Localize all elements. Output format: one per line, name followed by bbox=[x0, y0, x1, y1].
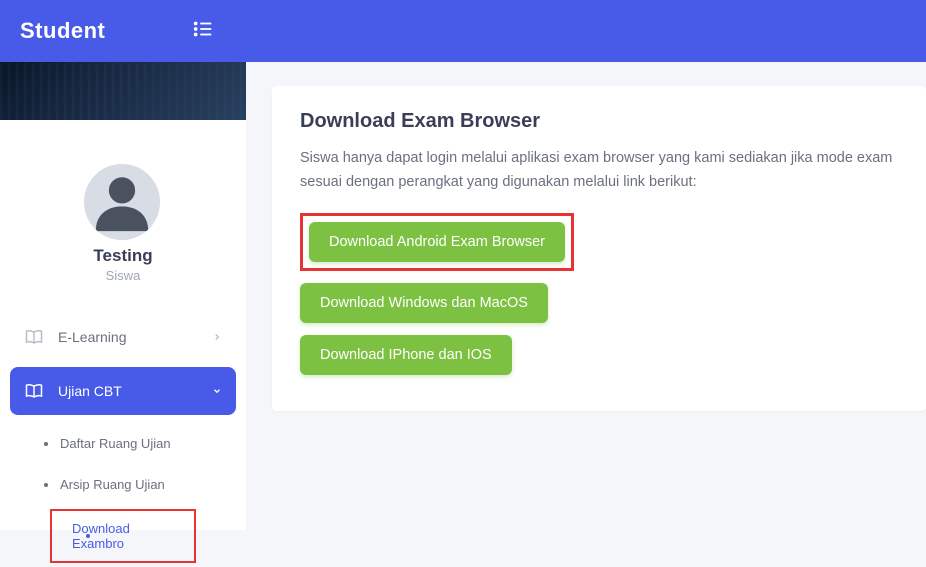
card-title: Download Exam Browser bbox=[300, 110, 898, 133]
top-header: Student bbox=[0, 0, 926, 62]
card-description: Siswa hanya dapat login melalui aplikasi… bbox=[300, 147, 898, 195]
highlight-annotation: Download Android Exam Browser bbox=[300, 213, 574, 271]
subnav-label: Arsip Ruang Ujian bbox=[60, 477, 165, 492]
chevron-right-icon bbox=[212, 329, 222, 345]
download-windows-button[interactable]: Download Windows dan MacOS bbox=[300, 283, 548, 323]
nav-label: E-Learning bbox=[58, 329, 127, 345]
download-android-button[interactable]: Download Android Exam Browser bbox=[309, 222, 565, 262]
profile-role: Siswa bbox=[0, 268, 246, 283]
highlight-annotation: Download Exambro bbox=[50, 509, 196, 563]
chevron-down-icon bbox=[212, 383, 222, 399]
subnav-item-daftar-ruang[interactable]: Daftar Ruang Ujian bbox=[10, 423, 236, 464]
book-icon bbox=[24, 327, 44, 347]
nav-item-elearning[interactable]: E-Learning bbox=[10, 313, 236, 361]
profile-banner bbox=[0, 62, 246, 120]
nav: E-Learning Ujian CBT Daftar Ruang Ujian … bbox=[0, 313, 246, 567]
sidebar: Testing Siswa E-Learning Ujian CBT Dafta… bbox=[0, 62, 246, 530]
download-card: Download Exam Browser Siswa hanya dapat … bbox=[272, 86, 926, 411]
subnav-ujian-cbt: Daftar Ruang Ujian Arsip Ruang Ujian Dow… bbox=[10, 423, 236, 567]
download-ios-button[interactable]: Download IPhone dan IOS bbox=[300, 335, 512, 375]
avatar[interactable] bbox=[80, 160, 164, 244]
profile-name: Testing bbox=[0, 246, 246, 266]
nav-label: Ujian CBT bbox=[58, 383, 122, 399]
subnav-item-arsip-ruang[interactable]: Arsip Ruang Ujian bbox=[10, 464, 236, 505]
main-content: Download Exam Browser Siswa hanya dapat … bbox=[272, 86, 926, 411]
book-open-icon bbox=[24, 381, 44, 401]
subnav-label: Download Exambro bbox=[72, 521, 174, 551]
menu-toggle-icon[interactable] bbox=[192, 18, 214, 45]
brand-title: Student bbox=[20, 18, 105, 44]
subnav-label: Daftar Ruang Ujian bbox=[60, 436, 171, 451]
nav-item-ujian-cbt[interactable]: Ujian CBT bbox=[10, 367, 236, 415]
subnav-item-download-exambro[interactable]: Download Exambro bbox=[52, 511, 194, 561]
